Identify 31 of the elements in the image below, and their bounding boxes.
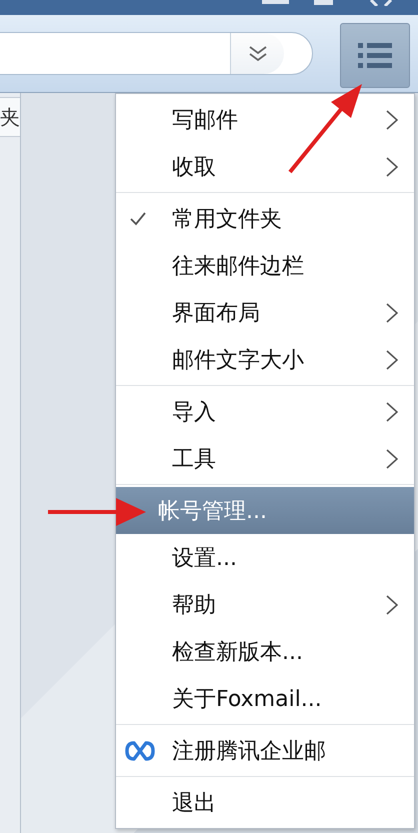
menu-item[interactable]: 导入 [116, 388, 414, 435]
menu-item[interactable]: 检查新版本... [116, 628, 414, 675]
list-menu-icon [358, 42, 392, 68]
menu-item[interactable]: 工具 [116, 435, 414, 482]
menu-item[interactable]: 退出 [116, 779, 414, 826]
chevron-right-icon [386, 402, 398, 422]
menu-item[interactable]: 界面布局 [116, 289, 414, 336]
chevron-right-icon [386, 448, 398, 468]
menu-item[interactable]: 帐号管理... [116, 487, 414, 534]
menu-item[interactable]: 收取 [116, 143, 414, 190]
menu-item[interactable]: 设置... [116, 534, 414, 581]
menu-item[interactable]: 帮助 [116, 581, 414, 628]
chevron-right-icon [386, 156, 398, 176]
chevron-right-icon [386, 350, 398, 370]
folder-tab[interactable]: 夹 [0, 97, 20, 137]
menu-item[interactable]: 注册腾讯企业邮 [116, 727, 414, 774]
menu-button[interactable] [340, 23, 410, 88]
close-icon[interactable] [369, 0, 393, 6]
menu-item[interactable]: 关于Foxmail... [116, 675, 414, 722]
menu-item[interactable]: 常用文件夹 [116, 195, 414, 242]
menu-item[interactable]: 往来邮件边栏 [116, 242, 414, 289]
dropdown-button[interactable] [230, 33, 284, 74]
chevron-right-icon [386, 302, 398, 322]
bowtie-logo-icon [125, 740, 155, 762]
double-chevron-down-icon [248, 46, 266, 62]
chevron-right-icon [386, 110, 398, 130]
checkmark-icon [130, 212, 146, 226]
menu-item[interactable]: 邮件文字大小 [116, 336, 414, 383]
menu-item[interactable]: 写邮件 [116, 96, 414, 143]
search-field[interactable] [0, 32, 313, 75]
chevron-right-icon [386, 594, 398, 614]
